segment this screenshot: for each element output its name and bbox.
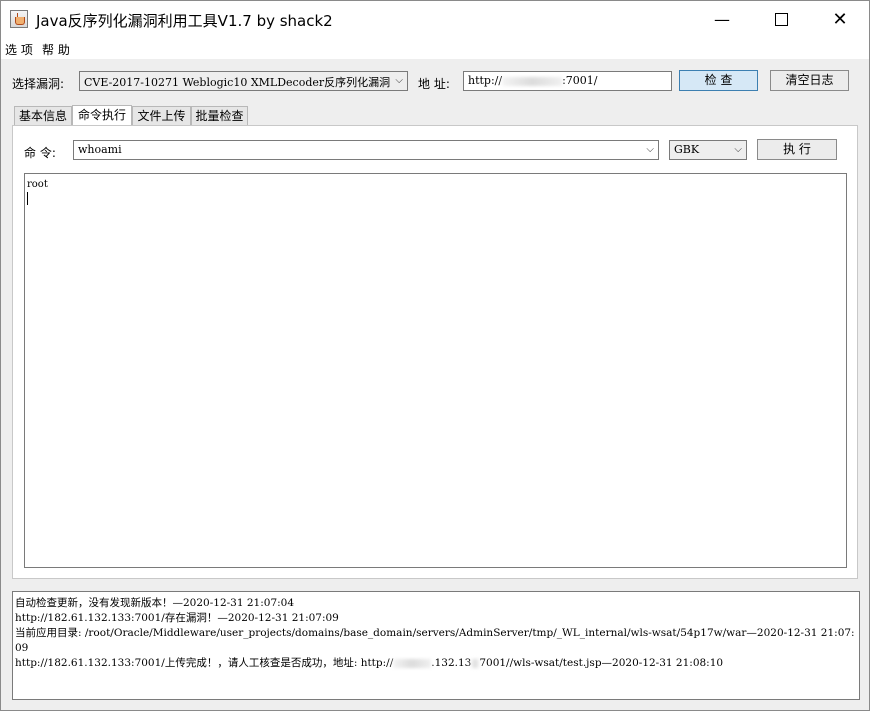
app-window: Java反序列化漏洞利用工具V1.7 by shack2 — ✕ 选 项 帮 助… — [0, 0, 870, 711]
java-coffee-cup-icon — [10, 10, 28, 28]
vuln-label: 选择漏洞: — [12, 77, 65, 91]
title-bar[interactable]: Java反序列化漏洞利用工具V1.7 by shack2 — ✕ — [1, 1, 869, 37]
log-upload-prefix: http://182.61.132.133:7001/上传完成！，请人工核查是否… — [15, 657, 394, 669]
tab-batch-check[interactable]: 批量检查 — [191, 106, 248, 126]
check-button[interactable]: 检 查 — [679, 70, 758, 91]
close-icon: ✕ — [832, 8, 848, 30]
vuln-select-value: CVE-2017-10271 Weblogic10 XMLDecoder反序列化… — [84, 76, 391, 89]
redacted-ip — [502, 76, 563, 86]
minimize-button[interactable]: — — [693, 1, 751, 37]
tab-file-upload[interactable]: 文件上传 — [132, 106, 191, 126]
encoding-value: GBK — [674, 143, 700, 156]
menu-options[interactable]: 选 项 — [5, 41, 33, 58]
log-line: 当前应用目录: /root/Oracle/Middleware/user_pro… — [15, 627, 855, 654]
minimize-icon: — — [714, 9, 730, 29]
redacted-ip — [471, 658, 480, 668]
command-input[interactable]: whoami ⌵ — [73, 140, 659, 160]
address-label: 地 址: — [418, 77, 450, 91]
address-suffix: :7001/ — [562, 74, 598, 87]
log-line: 自动检查更新，没有发现新版本！—2020-12-31 21:07:04 — [15, 597, 295, 609]
chevron-down-icon: ⌵ — [734, 144, 742, 155]
maximize-button[interactable] — [752, 1, 810, 37]
tab-basic-info[interactable]: 基本信息 — [14, 106, 72, 126]
log-line-upload: http://182.61.132.133:7001/上传完成！，请人工核查是否… — [15, 656, 857, 671]
vuln-select[interactable]: CVE-2017-10271 Weblogic10 XMLDecoder反序列化… — [79, 71, 408, 91]
log-line: http://182.61.132.133:7001/存在漏洞！—2020-12… — [15, 612, 339, 624]
chevron-down-icon[interactable]: ⌵ — [646, 144, 654, 155]
text-caret — [27, 192, 28, 205]
encoding-select[interactable]: GBK ⌵ — [669, 140, 747, 160]
redacted-ip — [393, 658, 432, 668]
clear-log-button[interactable]: 清空日志 — [770, 70, 849, 91]
window-title: Java反序列化漏洞利用工具V1.7 by shack2 — [36, 12, 333, 30]
menu-help[interactable]: 帮 助 — [42, 41, 70, 58]
address-input[interactable]: http:// :7001/ — [463, 71, 672, 91]
close-button[interactable]: ✕ — [811, 1, 869, 37]
command-output-area[interactable]: root — [24, 173, 847, 568]
command-label: 命 令: — [24, 146, 56, 160]
main-content: 选择漏洞: CVE-2017-10271 Weblogic10 XMLDecod… — [1, 59, 869, 710]
log-upload-middle: .132.13 — [431, 657, 472, 669]
chevron-down-icon: ⌵ — [395, 75, 403, 86]
execute-button[interactable]: 执 行 — [757, 139, 837, 160]
tab-command-exec[interactable]: 命令执行 — [72, 105, 132, 126]
menu-bar: 选 项 帮 助 — [1, 37, 869, 59]
address-prefix: http:// — [468, 74, 503, 87]
log-upload-suffix: 7001//wls-wsat/test.jsp—2020-12-31 21:08… — [479, 657, 724, 669]
command-output-text: root — [27, 179, 48, 190]
maximize-icon — [774, 12, 788, 26]
log-area[interactable]: 自动检查更新，没有发现新版本！—2020-12-31 21:07:04 http… — [12, 591, 860, 700]
command-value: whoami — [78, 143, 122, 156]
